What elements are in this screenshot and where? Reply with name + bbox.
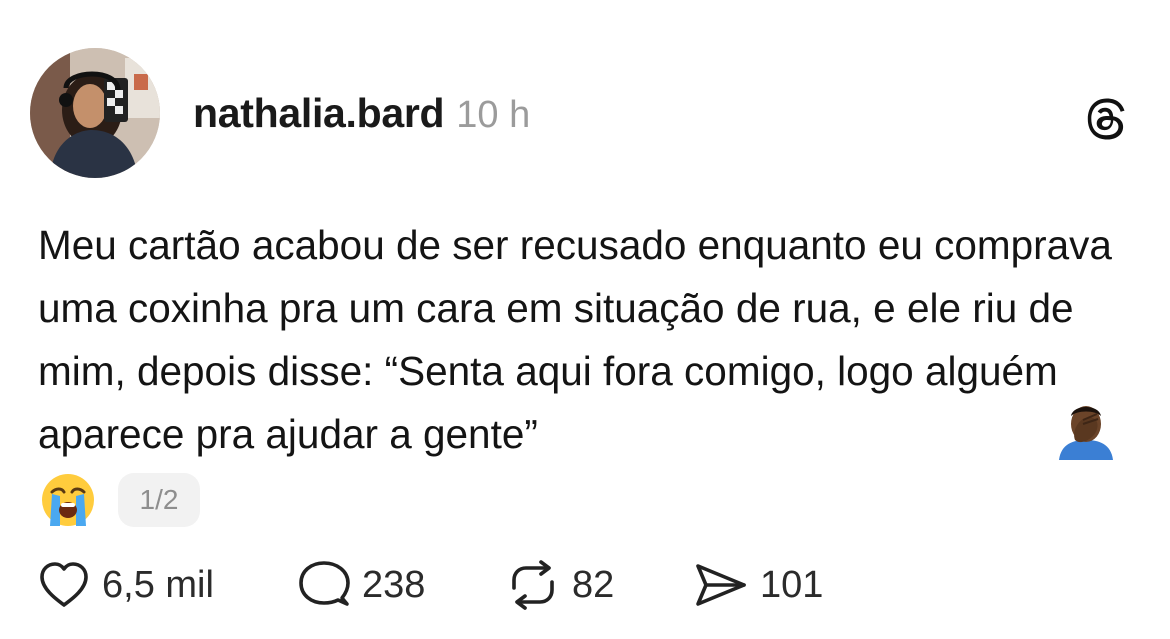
speech-bubble-icon <box>299 561 350 606</box>
threads-post: nathalia.bard 10 h Meu cartão acabou de … <box>0 0 1170 639</box>
share-button[interactable]: 101 <box>694 555 823 615</box>
repost-count: 82 <box>572 563 615 606</box>
avatar-photo <box>30 48 160 178</box>
like-count: 6,5 mil <box>102 563 214 606</box>
avatar[interactable] <box>30 48 160 178</box>
media-page-indicator: 1/2 <box>118 473 200 527</box>
heart-icon <box>40 562 88 607</box>
loudly-crying-face-emoji <box>40 472 96 528</box>
repost-button[interactable]: 82 <box>506 555 614 615</box>
threads-logo-icon <box>1082 94 1132 144</box>
like-button[interactable]: 6,5 mil <box>38 555 214 615</box>
comment-count: 238 <box>362 563 426 606</box>
post-header: nathalia.bard 10 h <box>193 90 530 142</box>
post-text: Meu cartão acabou de ser recusado enquan… <box>38 222 1112 457</box>
facepalm-emoji <box>1055 402 1117 460</box>
action-bar: 6,5 mil 238 82 101 <box>0 555 1170 615</box>
username[interactable]: nathalia.bard <box>193 90 445 137</box>
share-count: 101 <box>760 563 824 606</box>
timestamp: 10 h <box>456 94 531 136</box>
comment-button[interactable]: 238 <box>298 555 425 615</box>
repost-icon <box>512 560 554 610</box>
paper-plane-icon <box>696 564 746 606</box>
